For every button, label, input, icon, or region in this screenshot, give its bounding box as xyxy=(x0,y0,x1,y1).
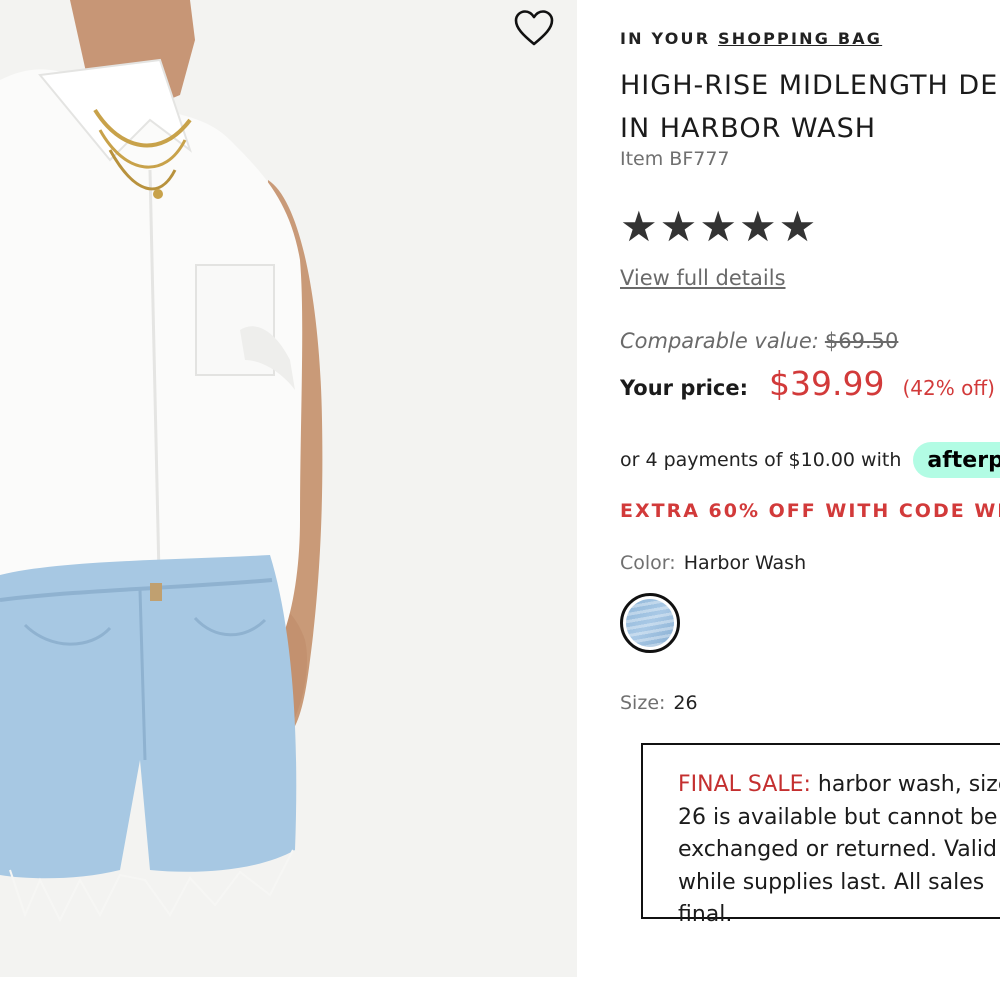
rating-stars[interactable]: ★ ★ ★ ★ ★ xyxy=(620,204,816,250)
color-swatch-harbor-wash[interactable] xyxy=(620,593,680,653)
color-selector-label: Color: Harbor Wash xyxy=(620,552,806,574)
promo-banner: EXTRA 60% OFF WITH CODE WKND xyxy=(620,500,1000,522)
product-title: HIGH-RISE MIDLENGTH DENIM SHORT IN HARBO… xyxy=(620,70,1000,144)
final-sale-notice: FINAL SALE: harbor wash, size 26 is avai… xyxy=(641,743,1000,927)
size-value: 26 xyxy=(673,692,698,714)
view-full-details-link[interactable]: View full details xyxy=(620,266,786,290)
comparable-label: Comparable value: xyxy=(620,329,819,353)
denim-swatch-icon xyxy=(626,599,674,647)
comparable-price: $69.50 xyxy=(824,329,899,353)
color-value: Harbor Wash xyxy=(683,552,807,574)
installments-text: or 4 payments of $10.00 with xyxy=(620,449,902,471)
afterpay-badge[interactable]: afterpay xyxy=(913,442,1000,478)
heart-outline-icon xyxy=(514,10,554,46)
comparable-value: Comparable value: $69.50 xyxy=(620,329,898,353)
product-image[interactable] xyxy=(0,0,577,977)
your-price-label: Your price: xyxy=(620,376,748,400)
star-icon: ★ xyxy=(699,202,737,251)
final-sale-text: FINAL SALE: harbor wash, size 26 is avai… xyxy=(678,769,1000,932)
final-sale-label: FINAL SALE: xyxy=(678,772,811,797)
in-bag-prefix: IN YOUR xyxy=(620,29,719,48)
afterpay-row: or 4 payments of $10.00 with afterpay xyxy=(620,442,1000,478)
size-selector-label: Size: 26 xyxy=(620,692,698,714)
item-number: Item BF777 xyxy=(620,148,730,170)
product-details-panel: IN YOUR SHOPPING BAG HIGH-RISE MIDLENGTH… xyxy=(620,0,1000,1000)
shopping-bag-link[interactable]: SHOPPING BAG xyxy=(718,29,882,48)
star-icon: ★ xyxy=(738,202,777,251)
star-icon: ★ xyxy=(778,202,817,251)
wishlist-button[interactable] xyxy=(511,6,557,50)
star-icon: ★ xyxy=(620,202,658,251)
size-label: Size: xyxy=(620,692,666,714)
color-label: Color: xyxy=(620,552,676,574)
price-row: Your price: $39.99 (42% off) xyxy=(620,364,995,403)
sale-price: $39.99 xyxy=(769,364,885,403)
in-bag-notice: IN YOUR SHOPPING BAG xyxy=(620,29,882,48)
discount-percent: (42% off) xyxy=(902,376,995,400)
star-icon: ★ xyxy=(659,202,698,251)
product-photo-illustration xyxy=(0,0,577,977)
